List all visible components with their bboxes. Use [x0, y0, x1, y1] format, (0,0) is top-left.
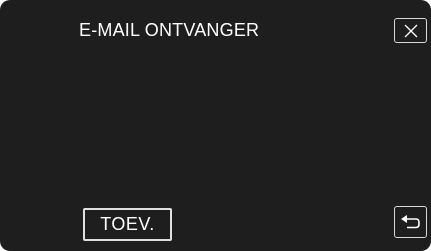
close-button[interactable] [394, 18, 427, 43]
back-arrow-icon [400, 213, 422, 231]
add-button[interactable]: TOEV. [83, 208, 172, 241]
page-title: E-MAIL ONTVANGER [79, 20, 260, 40]
email-recipient-screen: E-MAIL ONTVANGER TOEV. [0, 0, 431, 251]
back-button[interactable] [394, 206, 427, 238]
close-icon [402, 24, 420, 38]
